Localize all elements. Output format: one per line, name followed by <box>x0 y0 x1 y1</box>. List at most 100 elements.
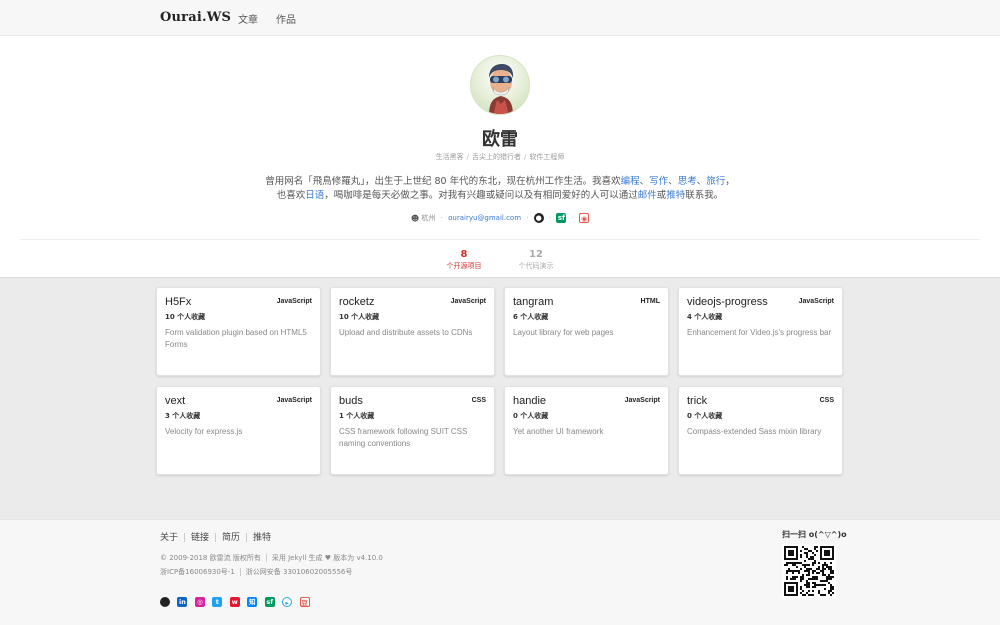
bio-link-email[interactable]: 邮件 <box>638 190 657 201</box>
footer-license-line: 浙ICP备16006930号-1 浙公网安备 33010602005556号 <box>160 567 352 577</box>
project-description: CSS framework following SUIT CSS naming … <box>339 427 468 448</box>
bio-text: ，喝咖啡是每天必做之事。对我有兴趣或疑问以及有相同爱好的人可以通过 <box>324 190 638 201</box>
nav-link-articles[interactable]: 文章 <box>238 11 258 26</box>
stat-code-demos[interactable]: 12 个代码演示 <box>496 249 576 271</box>
project-card[interactable]: handie JavaScript 0 个人收藏 Yet another UI … <box>504 386 669 475</box>
project-card[interactable]: buds CSS 1 个人收藏 CSS framework following … <box>330 386 495 475</box>
segmentfault-icon[interactable]: sf <box>556 213 567 223</box>
footer-divider <box>246 533 248 542</box>
separator-dot: · <box>548 214 552 222</box>
footer-divider <box>215 533 217 542</box>
project-name: trick <box>687 395 708 407</box>
profile-tag: 舌尖上的猎行者 <box>472 153 521 161</box>
project-language: JavaScript <box>798 298 834 305</box>
project-description: Velocity for express.js <box>165 427 243 436</box>
stat-label: 个开源项目 <box>446 262 482 270</box>
zhihu-icon[interactable]: 知 <box>247 596 258 607</box>
stat-open-source[interactable]: 8 个开源项目 <box>424 249 504 271</box>
bio-link-japanese[interactable]: 日语 <box>305 190 324 201</box>
douban-icon[interactable]: 豆 <box>299 596 310 607</box>
bio-link-writing[interactable]: 写作 <box>649 176 668 187</box>
stat-label: 个代码演示 <box>518 262 554 270</box>
icp-text[interactable]: 浙ICP备16006930号-1 <box>160 568 235 576</box>
avatar <box>470 55 530 115</box>
project-description: Enhancement for Video.js's progress bar <box>687 328 832 337</box>
bio-link-travel[interactable]: 旅行 <box>706 176 725 187</box>
project-language: HTML <box>640 298 660 305</box>
profile-tag: 软件工程师 <box>529 153 565 161</box>
site-brand[interactable]: Ourai.WS <box>160 10 231 25</box>
project-language: JavaScript <box>624 397 660 404</box>
twitter-icon[interactable]: t <box>212 596 223 607</box>
project-card[interactable]: tangram HTML 6 个人收藏 Layout library for w… <box>504 287 669 376</box>
bio-text: 或 <box>656 190 667 201</box>
footer-links: 关于 链接 简历 推特 <box>160 530 271 543</box>
location-text: 杭州 <box>421 214 436 222</box>
site-footer: 关于 链接 简历 推特 © 2009-2018 欧雷流 版权所有 采用 Jekyll 生… <box>0 519 1000 625</box>
bio-text: ， <box>725 176 735 187</box>
profile-section: 欧雷 生活黑客 / 舌尖上的猎行者 / 软件工程师 曾用网名「飛鳥修羅丸」，出生于上世纪… <box>0 36 1000 278</box>
profile-tag: 生活黑客 <box>435 153 464 161</box>
project-name: rocketz <box>339 296 375 308</box>
profile-bio: 曾用网名「飛鳥修羅丸」，出生于上世纪 80 年代的东北，现在杭州工作生活。我喜欢… <box>265 176 735 201</box>
weibo-icon[interactable]: ◉ <box>579 213 590 223</box>
project-stars: 0 个人收藏 <box>513 412 549 420</box>
avatar-illustration <box>489 64 514 114</box>
project-stars: 3 个人收藏 <box>165 412 201 420</box>
social-icons: in ◎ t w 知 sf ▸ 豆 <box>160 593 313 611</box>
project-description: Yet another UI framework <box>513 427 604 436</box>
project-description: Upload and distribute assets to CDNs <box>339 328 473 337</box>
footer-link-twitter[interactable]: 推特 <box>253 533 271 543</box>
project-card[interactable]: rocketz JavaScript 10 个人收藏 Upload and di… <box>330 287 495 376</box>
bio-text: 联系我。 <box>685 190 724 201</box>
police-record-text[interactable]: 浙公网安备 33010602005556号 <box>246 568 353 576</box>
project-stars: 1 个人收藏 <box>339 412 375 420</box>
profile-name: 欧雷 <box>482 129 518 150</box>
project-card[interactable]: vext JavaScript 3 个人收藏 Velocity for expr… <box>156 386 321 475</box>
linkedin-icon[interactable]: in <box>177 596 188 607</box>
project-language: JavaScript <box>276 397 312 404</box>
email-link[interactable]: ourairyu@gmail.com <box>448 214 521 222</box>
footer-copyright-line: © 2009-2018 欧雷流 版权所有 采用 Jekyll 生成 ♥ 版本为 v… <box>160 553 383 563</box>
project-name: handie <box>513 395 547 407</box>
project-stars: 6 个人收藏 <box>513 313 549 321</box>
project-name: tangram <box>513 296 554 308</box>
separator-dot: · <box>440 214 443 222</box>
project-card[interactable]: H5Fx JavaScript 10 个人收藏 Form validation … <box>156 287 321 376</box>
footer-link-links[interactable]: 链接 <box>191 533 209 543</box>
project-card[interactable]: videojs-progress JavaScript 4 个人收藏 Enhan… <box>678 287 843 376</box>
footer-divider <box>239 568 241 576</box>
bio-link-programming[interactable]: 编程 <box>621 176 640 187</box>
project-language: JavaScript <box>450 298 486 305</box>
bio-text: 也喜欢 <box>276 190 306 201</box>
tag-separator: / <box>524 153 527 161</box>
contact-row: ☻ 杭州 · ourairyu@gmail.com · ● · sf · ◉ <box>0 213 1000 223</box>
nav-link-works[interactable]: 作品 <box>276 11 296 26</box>
footer-link-about[interactable]: 关于 <box>160 533 178 543</box>
project-stars: 0 个人收藏 <box>687 412 723 420</box>
project-description: Form validation plugin based on HTML5 Fo… <box>165 328 307 349</box>
powered-by-text[interactable]: 采用 Jekyll 生成 ♥ 版本为 v4.10.0 <box>272 554 383 562</box>
project-description: Layout library for web pages <box>513 328 614 337</box>
project-language: CSS <box>819 397 834 404</box>
project-stars: 10 个人收藏 <box>339 313 380 321</box>
bio-link-twitter[interactable]: 推特 <box>666 190 685 201</box>
stat-number: 12 <box>529 249 543 260</box>
profile-divider <box>20 239 980 240</box>
bio-link-thinking[interactable]: 思考 <box>678 176 697 187</box>
profile-tags: 生活黑客 / 舌尖上的猎行者 / 软件工程师 <box>0 152 1000 162</box>
qr-code-image <box>782 544 836 598</box>
github-icon[interactable]: ● <box>533 213 544 223</box>
footer-link-resume[interactable]: 简历 <box>222 533 240 543</box>
instagram-icon[interactable]: ◎ <box>194 596 205 607</box>
youku-icon[interactable]: ▸ <box>282 596 293 607</box>
project-name: H5Fx <box>165 296 192 308</box>
github-icon[interactable] <box>160 596 170 607</box>
project-card[interactable]: trick CSS 0 个人收藏 Compass-extended Sass m… <box>678 386 843 475</box>
project-description: Compass-extended Sass mixin library <box>687 427 822 436</box>
weibo-icon[interactable]: w <box>229 596 240 607</box>
project-stars: 4 个人收藏 <box>687 313 723 321</box>
segmentfault-icon[interactable]: sf <box>264 596 275 607</box>
stat-number: 8 <box>460 249 468 260</box>
top-navbar: Ourai.WS 文章 作品 <box>0 0 1000 36</box>
